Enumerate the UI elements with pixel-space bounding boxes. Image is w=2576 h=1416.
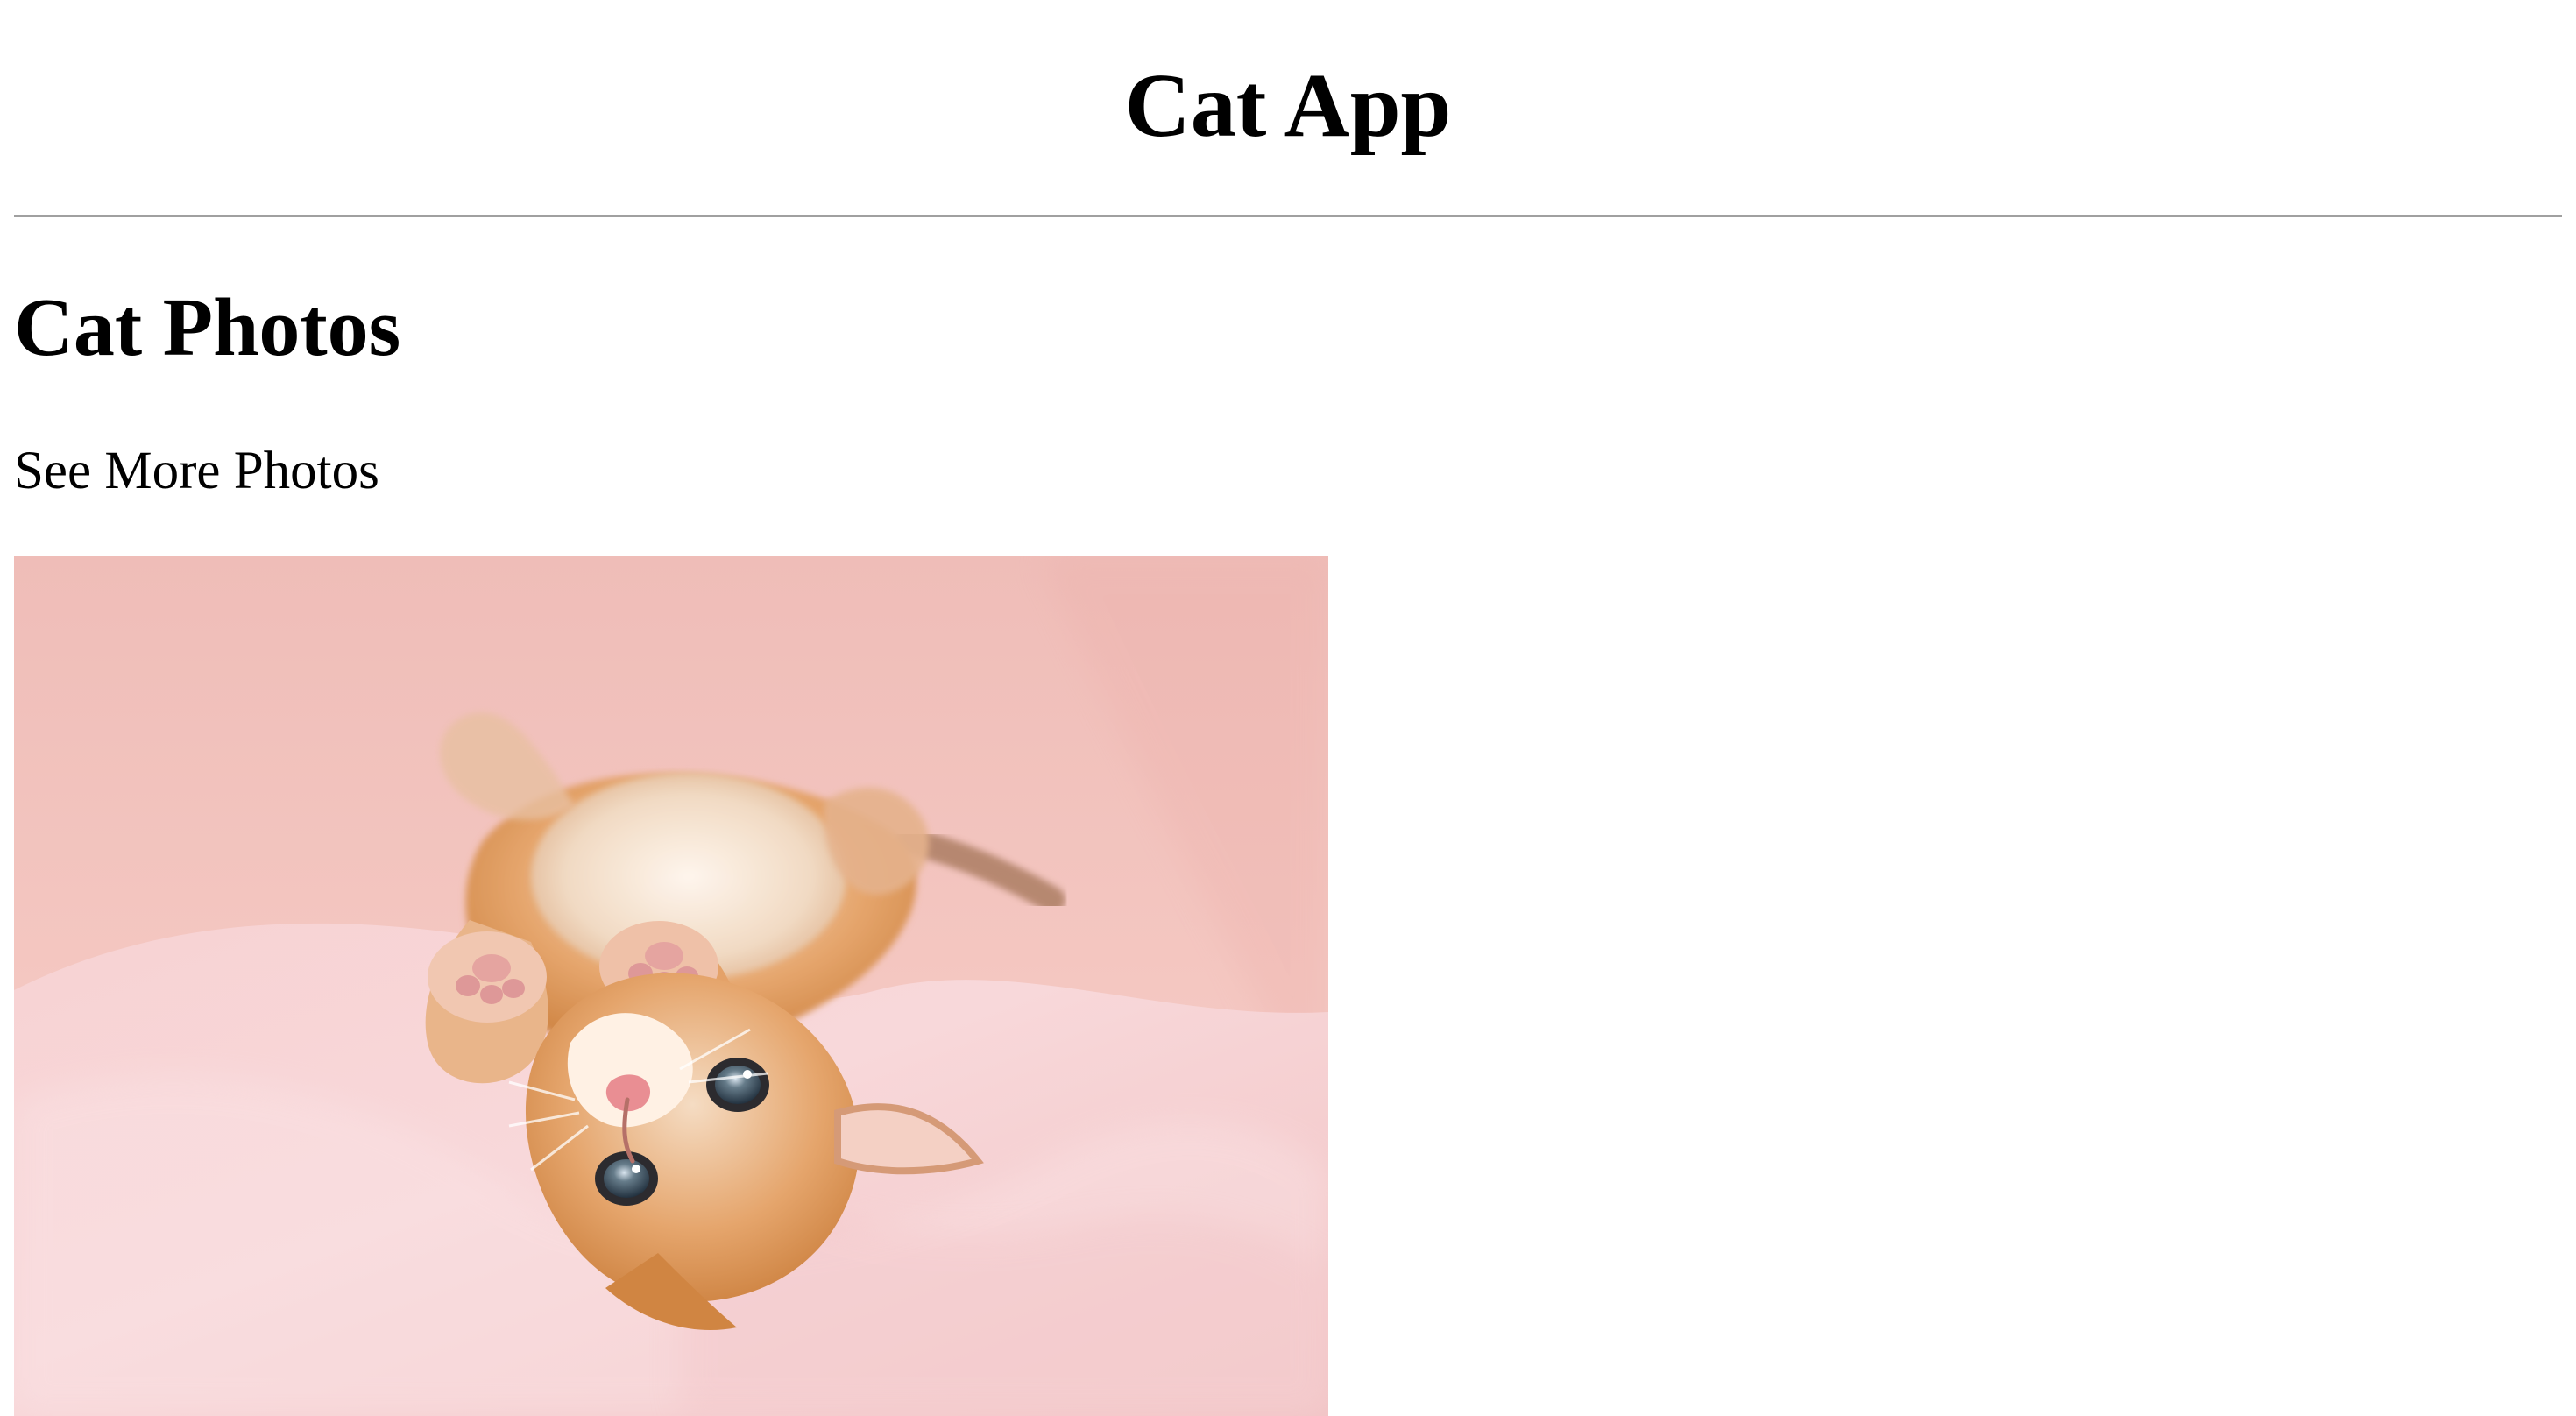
app-title: Cat App <box>1124 55 1452 156</box>
see-more-photos-link[interactable]: See More Photos <box>14 440 379 503</box>
kitten-photo <box>14 556 1328 1416</box>
kitten-eye-lower <box>595 1151 658 1206</box>
title-divider <box>14 215 2562 217</box>
section-heading: Cat Photos <box>14 282 401 373</box>
kitten-eye-upper <box>706 1058 769 1112</box>
kitten-left-paw <box>428 931 547 1023</box>
kitten-photo-art <box>14 556 1328 1416</box>
